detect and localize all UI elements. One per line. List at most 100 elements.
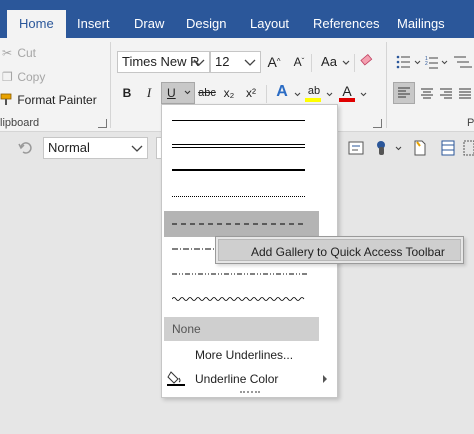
shrink-font-label: A (293, 55, 302, 69)
format-painter-button[interactable]: Format Painter (0, 93, 97, 107)
highlight-label: ab (307, 85, 321, 97)
italic-label: I (146, 85, 152, 100)
underline-dashed (172, 223, 307, 225)
ribbon-tab-bar: Home Insert Draw Design Layout Reference… (0, 0, 474, 38)
underline-single[interactable] (172, 120, 305, 121)
tab-insert[interactable]: Insert (77, 0, 110, 38)
font-color-label: A (342, 83, 352, 99)
tab-layout[interactable]: Layout (250, 0, 289, 38)
more-underlines-label: More Underlines... (195, 348, 294, 362)
touch-mode-icon[interactable] (373, 139, 393, 157)
clear-formatting-icon[interactable] (360, 53, 376, 69)
multilevel-list-icon[interactable] (454, 56, 472, 68)
add-gallery-item[interactable]: Add Gallery to Quick Access Toolbar (218, 239, 461, 261)
underline-button[interactable]: U (161, 82, 195, 104)
tab-design[interactable]: Design (186, 0, 226, 38)
more-underlines-item[interactable]: More Underlines... (195, 348, 293, 362)
chevron-down-icon[interactable] (192, 55, 206, 69)
underline-color-label: Underline Color (195, 372, 279, 386)
tab-mailings[interactable]: Mailings (397, 0, 445, 38)
group-divider (386, 42, 387, 128)
tab-draw[interactable]: Draw (134, 0, 164, 38)
paintbrush-icon (0, 93, 12, 105)
bold-label: B (122, 86, 132, 100)
copy-button[interactable]: ❐ Copy (2, 70, 45, 84)
change-case-label: Aa (321, 54, 337, 69)
chevron-down-icon[interactable] (294, 92, 301, 97)
subscript-label: x₂ (223, 86, 235, 100)
font-name-box[interactable]: Times New R (117, 51, 210, 73)
font-size-box[interactable]: 12 (210, 51, 261, 73)
align-left-button[interactable] (393, 82, 415, 104)
underline-wave[interactable] (172, 296, 307, 302)
chevron-right-icon[interactable] (322, 375, 328, 383)
undo-icon[interactable] (18, 141, 32, 155)
clipboard-group-label: lipboard (0, 117, 40, 129)
font-color-swatch (339, 98, 355, 102)
text-effects-button[interactable]: A (272, 82, 292, 102)
borders-icon[interactable] (463, 140, 474, 156)
numbering-icon[interactable]: 12 (425, 56, 438, 69)
text-box-icon[interactable] (348, 141, 364, 155)
underline-label: U (167, 86, 176, 100)
italic-button[interactable]: I (139, 83, 159, 103)
chevron-down-icon[interactable] (326, 92, 333, 97)
strikethrough-label: abc (198, 87, 216, 99)
font-launcher-icon[interactable] (373, 119, 382, 128)
font-name-value: Times New R (122, 54, 200, 69)
clipboard-launcher-icon[interactable] (98, 119, 107, 128)
divider (311, 54, 312, 72)
change-case-button[interactable]: Aa (316, 52, 342, 72)
table-icon[interactable] (441, 140, 455, 156)
resize-grip-icon[interactable] (240, 391, 260, 393)
chevron-down-icon[interactable] (360, 92, 367, 97)
highlight-color-swatch (305, 98, 321, 102)
chevron-down-icon[interactable] (395, 146, 402, 151)
chevron-down-icon[interactable] (184, 90, 191, 95)
underline-thick[interactable] (172, 169, 305, 171)
justify-icon[interactable] (459, 88, 471, 99)
bullets-icon[interactable] (396, 55, 410, 69)
list-buttons[interactable]: 12 (396, 55, 474, 69)
paint-bucket-icon (167, 371, 185, 386)
chevron-down-icon[interactable] (130, 141, 144, 155)
cut-button[interactable]: ✂ Cut (2, 46, 36, 60)
underline-double[interactable] (172, 144, 305, 145)
subscript-button[interactable]: x₂ (219, 83, 239, 103)
text-effects-label: A (276, 83, 288, 100)
copy-label: Copy (17, 70, 46, 84)
strikethrough-button[interactable]: abc (196, 83, 218, 103)
bold-button[interactable]: B (117, 83, 137, 103)
alignment-buttons[interactable] (418, 84, 474, 104)
caret-up-icon: ^ (276, 57, 281, 66)
underline-none[interactable]: None (164, 317, 319, 341)
grow-font-button[interactable]: A^ (264, 52, 284, 72)
tab-references[interactable]: References (313, 0, 379, 38)
tab-home[interactable]: Home (7, 10, 66, 38)
copy-icon: ❐ (2, 70, 13, 84)
align-right-icon[interactable] (440, 88, 452, 99)
caret-down-icon: ˇ (301, 57, 305, 66)
cut-label: Cut (17, 46, 37, 60)
align-left-icon (398, 87, 410, 98)
context-menu: Add Gallery to Quick Access Toolbar (215, 236, 464, 264)
chevron-down-icon[interactable] (342, 60, 350, 66)
style-box[interactable]: Normal (43, 137, 148, 159)
underline-dash-dot-dot[interactable] (172, 273, 307, 275)
superscript-button[interactable]: x² (241, 83, 261, 103)
chevron-down-icon[interactable] (243, 55, 257, 69)
new-document-icon[interactable] (413, 140, 427, 156)
svg-text:2: 2 (425, 61, 428, 67)
shrink-font-button[interactable]: Aˇ (289, 52, 309, 72)
underline-dotted[interactable] (172, 196, 305, 197)
align-center-icon[interactable] (421, 88, 433, 99)
divider (266, 85, 267, 103)
format-painter-label: Format Painter (17, 93, 97, 107)
style-value: Normal (48, 140, 90, 155)
divider (354, 54, 355, 72)
underline-double-second (172, 147, 305, 148)
underline-color-item[interactable]: Underline Color (195, 372, 278, 386)
group-divider (110, 42, 111, 128)
paragraph-group-label: P (467, 117, 474, 129)
grow-font-label: A (267, 54, 277, 70)
